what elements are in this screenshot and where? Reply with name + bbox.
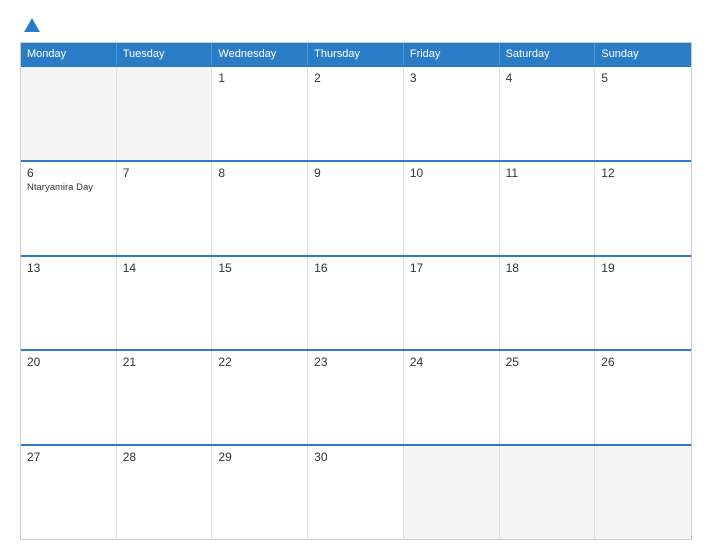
day-number: 28 bbox=[123, 450, 206, 464]
day-number: 18 bbox=[506, 261, 589, 275]
day-number: 2 bbox=[314, 71, 397, 85]
day-number: 10 bbox=[410, 166, 493, 180]
week-row-2: 6 Ntaryamira Day 789 10 11 12 bbox=[21, 160, 691, 255]
day-cell: 2 bbox=[308, 67, 404, 160]
day-headers-row: MondayTuesdayWednesdayThursdayFridaySatu… bbox=[21, 43, 691, 65]
week-row-4: 20 21 22 23 24 25 26 bbox=[21, 349, 691, 444]
logo bbox=[20, 18, 40, 32]
day-header-friday: Friday bbox=[404, 43, 500, 65]
page: MondayTuesdayWednesdayThursdayFridaySatu… bbox=[0, 0, 712, 550]
day-number: 15 bbox=[218, 261, 301, 275]
day-number: 21 bbox=[123, 355, 206, 369]
day-cell bbox=[117, 67, 213, 160]
day-number: 22 bbox=[218, 355, 301, 369]
day-number: 8 bbox=[218, 166, 301, 180]
day-cell: 20 bbox=[21, 351, 117, 444]
logo-triangle-icon bbox=[24, 18, 40, 32]
day-cell: 11 bbox=[500, 162, 596, 255]
day-cell: 9 bbox=[308, 162, 404, 255]
day-number: 6 bbox=[27, 166, 110, 180]
day-cell: 4 bbox=[500, 67, 596, 160]
day-cell: 18 bbox=[500, 257, 596, 350]
day-cell: 8 bbox=[212, 162, 308, 255]
header bbox=[20, 18, 692, 32]
day-number: 16 bbox=[314, 261, 397, 275]
day-number: 30 bbox=[314, 450, 397, 464]
day-cell: 15 bbox=[212, 257, 308, 350]
day-event-label: Ntaryamira Day bbox=[27, 182, 110, 193]
day-cell: 28 bbox=[117, 446, 213, 539]
day-cell: 26 bbox=[595, 351, 691, 444]
day-cell: 3 bbox=[404, 67, 500, 160]
day-number: 25 bbox=[506, 355, 589, 369]
day-cell: 7 bbox=[117, 162, 213, 255]
day-number: 5 bbox=[601, 71, 685, 85]
day-number: 23 bbox=[314, 355, 397, 369]
day-header-tuesday: Tuesday bbox=[117, 43, 213, 65]
day-cell: 24 bbox=[404, 351, 500, 444]
day-number: 29 bbox=[218, 450, 301, 464]
day-header-thursday: Thursday bbox=[308, 43, 404, 65]
day-cell: 19 bbox=[595, 257, 691, 350]
day-cell: 23 bbox=[308, 351, 404, 444]
week-row-3: 13 14 15 16 17 18 19 bbox=[21, 255, 691, 350]
day-cell: 1 bbox=[212, 67, 308, 160]
day-number: 27 bbox=[27, 450, 110, 464]
day-cell: 13 bbox=[21, 257, 117, 350]
day-number: 9 bbox=[314, 166, 397, 180]
day-cell: 16 bbox=[308, 257, 404, 350]
day-header-wednesday: Wednesday bbox=[212, 43, 308, 65]
weeks-container: 123456Ntaryamira Day78910111213141516171… bbox=[21, 65, 691, 539]
day-number: 19 bbox=[601, 261, 685, 275]
calendar: MondayTuesdayWednesdayThursdayFridaySatu… bbox=[20, 42, 692, 540]
day-number: 13 bbox=[27, 261, 110, 275]
day-cell bbox=[404, 446, 500, 539]
day-number: 4 bbox=[506, 71, 589, 85]
day-cell: 5 bbox=[595, 67, 691, 160]
day-number: 20 bbox=[27, 355, 110, 369]
day-cell: 12 bbox=[595, 162, 691, 255]
day-number: 3 bbox=[410, 71, 493, 85]
week-row-1: 12345 bbox=[21, 65, 691, 160]
day-header-saturday: Saturday bbox=[500, 43, 596, 65]
day-cell: 29 bbox=[212, 446, 308, 539]
week-row-5: 27 28 29 30 bbox=[21, 444, 691, 539]
day-cell bbox=[595, 446, 691, 539]
day-cell: 22 bbox=[212, 351, 308, 444]
day-cell: 21 bbox=[117, 351, 213, 444]
day-cell: 27 bbox=[21, 446, 117, 539]
day-number: 1 bbox=[218, 71, 301, 85]
day-cell bbox=[500, 446, 596, 539]
day-cell: 6 Ntaryamira Day bbox=[21, 162, 117, 255]
day-number: 24 bbox=[410, 355, 493, 369]
day-cell: 25 bbox=[500, 351, 596, 444]
day-header-monday: Monday bbox=[21, 43, 117, 65]
day-cell: 10 bbox=[404, 162, 500, 255]
day-number: 26 bbox=[601, 355, 685, 369]
day-cell: 14 bbox=[117, 257, 213, 350]
day-cell: 30 bbox=[308, 446, 404, 539]
day-number: 7 bbox=[123, 166, 206, 180]
day-number: 17 bbox=[410, 261, 493, 275]
day-number: 12 bbox=[601, 166, 685, 180]
day-cell bbox=[21, 67, 117, 160]
day-number: 11 bbox=[506, 166, 589, 180]
day-header-sunday: Sunday bbox=[595, 43, 691, 65]
day-number: 14 bbox=[123, 261, 206, 275]
day-cell: 17 bbox=[404, 257, 500, 350]
